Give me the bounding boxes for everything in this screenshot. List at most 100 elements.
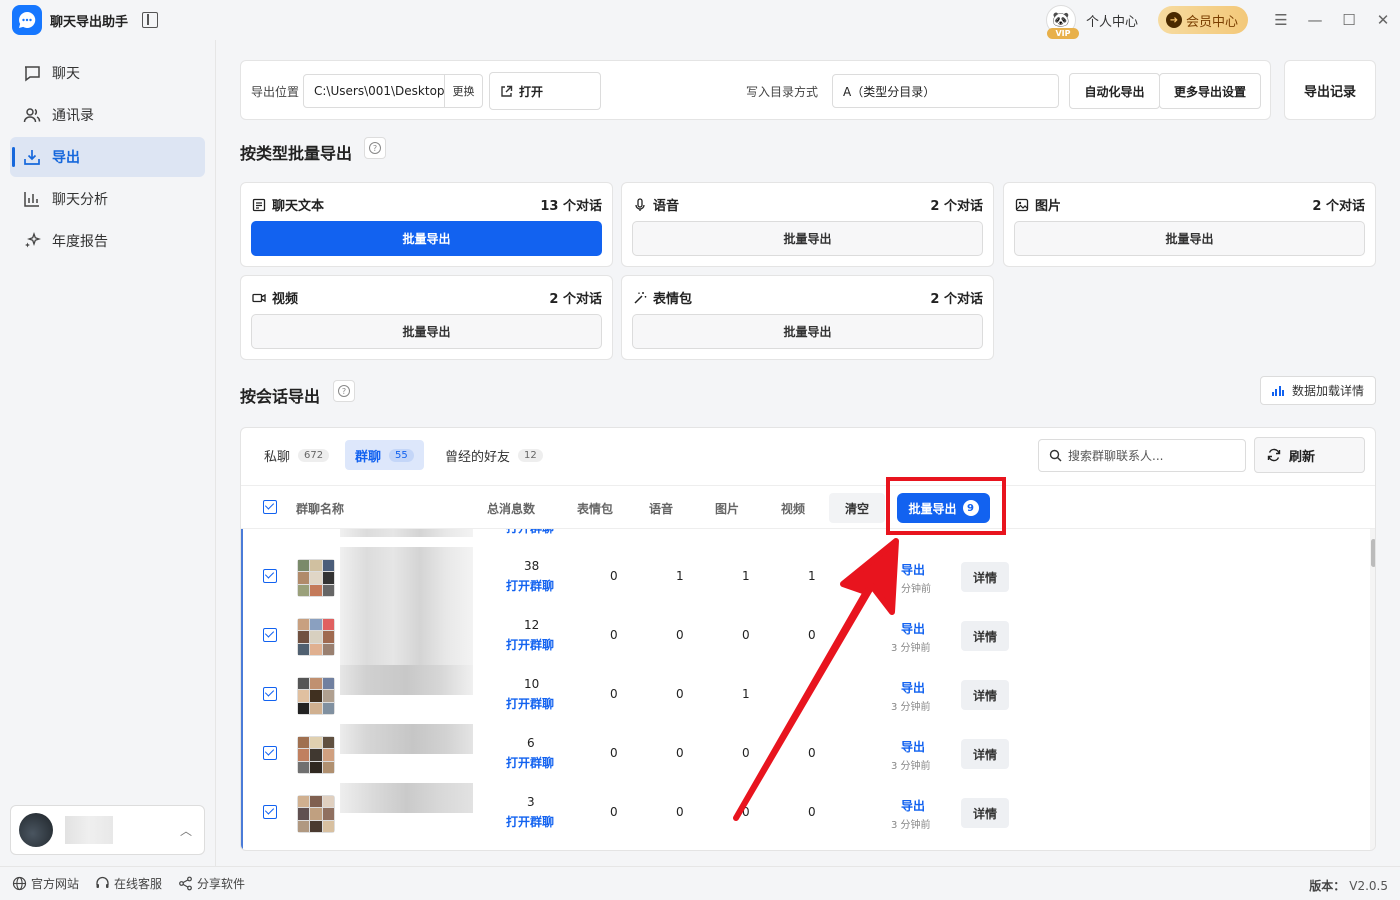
row-detail-button[interactable]: 详情 [961,739,1009,769]
tab-count: 12 [518,448,543,462]
dir-mode-select[interactable]: A（类型分目录） [832,74,1059,108]
sidebar-item-chat[interactable]: 聊天 [10,53,205,93]
bar-chart-icon [22,189,42,209]
batch-export-voice-button[interactable]: 批量导出 [632,221,983,256]
open-folder-button[interactable]: 打开 [489,72,601,110]
contacts-icon [22,105,42,125]
dir-mode-label: 写入目录方式 [746,85,819,99]
user-card[interactable]: ︿ [10,805,205,855]
tab-private[interactable]: 私聊 672 [254,440,339,470]
export-settings-panel: 导出位置 C:\Users\001\Desktop 更换 打开 写入目录方式 A… [240,60,1271,120]
type-name: 聊天文本 [272,199,325,214]
row-total: 12 [524,618,540,632]
data-load-detail-button[interactable]: 数据加载详情 [1260,376,1376,405]
col-group-name: 群聊名称 [296,502,345,516]
row-checkbox[interactable] [263,569,277,583]
row-checkbox[interactable] [263,687,277,701]
row-sticker: 0 [610,687,618,701]
online-support-link[interactable]: 在线客服 [95,875,162,892]
row-image: 0 [742,805,750,819]
auto-export-button[interactable]: 自动化导出 [1069,73,1160,109]
row-export-link[interactable]: 导出 [901,738,925,755]
type-count: 2 个对话 [930,292,983,307]
search-placeholder: 搜索群聊联系人... [1068,449,1164,463]
row-detail-button[interactable]: 详情 [961,798,1009,828]
refresh-label: 刷新 [1289,449,1316,465]
export-path-field[interactable]: C:\Users\001\Desktop 更换 [303,74,483,108]
select-all-checkbox[interactable] [263,500,277,514]
tab-group[interactable]: 群聊 55 [345,440,424,470]
row-checkbox[interactable] [263,805,277,819]
row-export-link[interactable]: 导出 [901,561,925,578]
scrollbar-track[interactable] [1370,529,1375,850]
maximize-icon[interactable]: ☐ [1332,0,1366,40]
table-row[interactable]: 12 打开群聊 0 0 0 0 导出 3 分钟前 详情 [243,606,1363,665]
headset-icon [95,876,110,891]
batch-export-text-button[interactable]: 批量导出 [251,221,602,256]
open-group-link[interactable]: 打开群聊 [506,529,554,536]
sidebar-item-chat-analysis[interactable]: 聊天分析 [10,179,205,219]
row-detail-button[interactable]: 详情 [961,621,1009,651]
member-arrow-icon: ➜ [1165,12,1182,28]
row-sticker: 0 [610,569,618,583]
row-detail-button[interactable]: 详情 [961,680,1009,710]
personal-center-link[interactable]: 个人中心 [1086,11,1138,30]
help-button[interactable]: ? [333,380,355,402]
open-group-link[interactable]: 打开群聊 [506,577,554,594]
dir-mode-value: A（类型分目录） [843,84,936,99]
help-button[interactable]: ? [364,137,386,159]
sidebar-item-export[interactable]: 导出 [10,137,205,177]
clear-selection-button[interactable]: 清空 [829,493,885,523]
row-export-link[interactable]: 导出 [901,679,925,696]
chevron-up-icon: ︿ [179,824,192,838]
group-avatar [297,677,335,715]
open-group-link[interactable]: 打开群聊 [506,636,554,653]
row-voice: 0 [676,805,684,819]
member-center-button[interactable]: ➜ 会员中心 [1157,6,1248,34]
table-row[interactable]: 10 打开群聊 0 0 1 导出 3 分钟前 详情 [243,665,1363,724]
row-export-link[interactable]: 导出 [901,620,925,637]
vip-avatar[interactable]: 🐼 VIP [1045,5,1079,39]
menu-icon[interactable]: ☰ [1264,0,1298,40]
sidebar-item-contacts[interactable]: 通讯录 [10,95,205,135]
close-icon[interactable]: ✕ [1366,0,1400,40]
table-row[interactable]: 6 打开群聊 0 0 0 0 导出 3 分钟前 详情 [243,724,1363,783]
row-voice: 0 [676,628,684,642]
tab-former-friends[interactable]: 曾经的好友 12 [435,440,553,470]
scrollbar-thumb[interactable] [1371,539,1375,567]
open-group-link[interactable]: 打开群聊 [506,754,554,771]
minimize-icon[interactable]: — [1298,0,1332,40]
tab-count: 672 [298,448,330,462]
share-icon [178,876,193,891]
row-checkbox[interactable] [263,746,277,760]
row-checkbox[interactable] [263,628,277,642]
official-website-link[interactable]: 官方网站 [12,875,79,892]
open-group-link[interactable]: 打开群聊 [506,695,554,712]
row-sticker: 0 [610,746,618,760]
change-path-button[interactable]: 更换 [444,75,482,107]
more-export-settings-button[interactable]: 更多导出设置 [1159,73,1261,109]
table-row[interactable]: 打开群聊 [243,529,1363,537]
table-row[interactable]: 38 打开群聊 0 1 1 1 导出 分钟前 详情 [243,547,1363,606]
batch-export-sticker-button[interactable]: 批量导出 [632,314,983,349]
refresh-button[interactable]: 刷新 [1254,437,1365,473]
open-group-link[interactable]: 打开群聊 [506,813,554,830]
row-export-link[interactable]: 导出 [901,797,925,814]
share-software-link[interactable]: 分享软件 [178,875,245,892]
type-name: 表情包 [653,292,693,307]
col-sticker: 表情包 [577,502,614,516]
search-input[interactable]: 搜索群聊联系人... [1038,439,1246,472]
type-count: 2 个对话 [1312,199,1365,214]
sidebar-collapse-icon[interactable] [142,12,159,28]
table-row[interactable]: 3 打开群聊 0 0 0 0 导出 3 分钟前 详情 [243,783,1363,842]
open-folder-label: 打开 [519,84,544,99]
batch-export-image-button[interactable]: 批量导出 [1014,221,1365,256]
batch-export-video-button[interactable]: 批量导出 [251,314,602,349]
col-total: 总消息数 [487,502,536,516]
row-video: 0 [808,628,816,642]
row-detail-button[interactable]: 详情 [961,562,1009,592]
export-records-button[interactable]: 导出记录 [1284,60,1376,120]
sidebar-item-annual-report[interactable]: 年度报告 [10,221,205,261]
row-image: 0 [742,746,750,760]
tab-label: 私聊 [264,449,291,465]
